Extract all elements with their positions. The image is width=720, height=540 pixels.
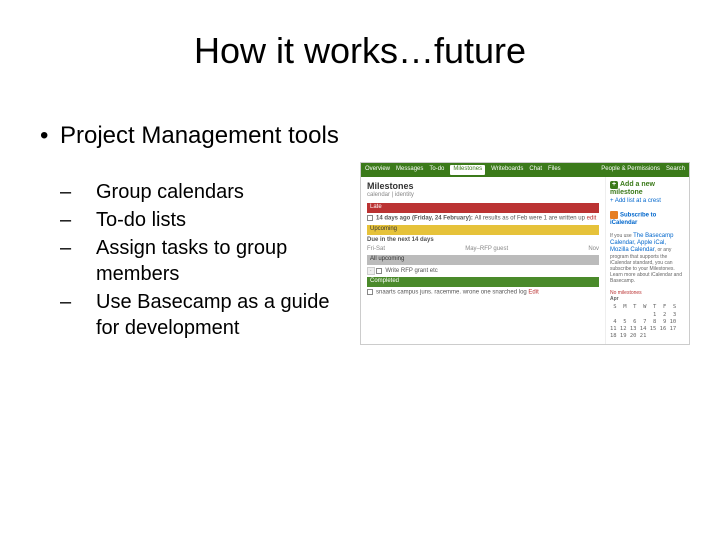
ical-icon <box>610 211 618 219</box>
plus-icon: + <box>610 181 618 189</box>
sub-bullet-list: –Group calendars –To-do lists –Assign ta… <box>78 179 350 341</box>
sub-bullet-text: Group calendars <box>96 181 244 203</box>
due-row: Fri-Sat May–RFP guest Nov <box>367 246 599 253</box>
upcoming-bar: Upcoming <box>367 225 599 235</box>
checkbox-icon <box>367 289 373 295</box>
nav-item: Files <box>548 166 561 173</box>
due-label: Due in the next 14 days <box>367 237 599 244</box>
slide-title: How it works…future <box>30 30 690 72</box>
dash-icon: – <box>78 235 96 261</box>
cal-month: Apr <box>610 296 619 302</box>
subscribe-ical: Subscribe to iCalendar <box>610 211 685 227</box>
date-pill: · <box>367 267 375 275</box>
sub-bullet: –To-do lists <box>78 207 350 233</box>
sub-bullet: –Assign tasks to group members <box>78 235 350 287</box>
late-line-text: All results as of Feb were 1 are written… <box>475 216 587 222</box>
right-column: Overview Messages To-do Milestones Write… <box>360 162 690 345</box>
sub-bullet-text: To-do lists <box>96 209 186 231</box>
late-line-prefix: 14 days ago (Friday, 24 February): <box>376 216 475 222</box>
thumb-body: Milestones calendar | identity Late 14 d… <box>361 177 689 344</box>
dash-icon: – <box>78 179 96 205</box>
app-navbar: Overview Messages To-do Milestones Write… <box>361 163 689 177</box>
nav-item-active: Milestones <box>450 165 485 174</box>
sub-bullet-text: Assign tasks to group members <box>96 237 287 285</box>
nav-item: Writeboards <box>491 166 523 173</box>
nav-item: To-do <box>429 166 444 173</box>
sub-bullet-text: Use Basecamp as a guide for development <box>96 291 329 339</box>
bullet-main: •Project Management tools <box>40 122 350 151</box>
bullet-main-text: Project Management tools <box>60 122 339 149</box>
side-column: +Add a new milestone + Add list at a cre… <box>605 177 689 344</box>
ical-blurb: If you use The Basecamp Calendar, Apple … <box>610 233 685 285</box>
dash-icon: – <box>78 207 96 233</box>
nav-item-right: People & Permissions <box>601 166 660 173</box>
content-row: •Project Management tools –Group calenda… <box>30 122 690 345</box>
completed-bar: Completed <box>367 277 599 287</box>
sub-bullet: –Group calendars <box>78 179 350 205</box>
mini-calendar: No milestones Apr S M T W T F S 1 2 3 4 … <box>610 290 685 340</box>
sub-bullet: –Use Basecamp as a guide for development <box>78 289 350 341</box>
due-row-right: Nov <box>588 246 599 253</box>
due-row-left: Fri-Sat <box>367 246 385 253</box>
nav-item-right: Search <box>666 166 685 173</box>
edit-link: Edit <box>528 290 538 296</box>
completed-item: snaarts campus juns. racemme. wrone one … <box>367 289 599 297</box>
basecamp-screenshot: Overview Messages To-do Milestones Write… <box>360 162 690 345</box>
nav-item: Messages <box>396 166 423 173</box>
checkbox-icon <box>376 268 382 274</box>
nav-item: Overview <box>365 166 390 173</box>
add-milestone: +Add a new milestone <box>610 181 685 198</box>
add-list-link: + Add list at a crest <box>610 198 685 205</box>
cal-grid: S M T W T F S 1 2 3 4 5 6 7 8 9 10 11 12… <box>610 304 685 340</box>
dash-icon: – <box>78 289 96 315</box>
upcoming-item: · Write RFP grant etc <box>367 267 599 275</box>
slide: How it works…future •Project Management … <box>0 0 720 540</box>
edit-link: edit <box>587 216 597 222</box>
nav-item: Chat <box>529 166 542 173</box>
late-bar: Late <box>367 203 599 213</box>
late-line: 14 days ago (Friday, 24 February): All r… <box>367 215 599 223</box>
milestones-subnav: calendar | identity <box>367 192 599 199</box>
due-row-mid: May–RFP guest <box>465 246 508 253</box>
bullet-dot-icon: • <box>40 122 60 151</box>
main-column: Milestones calendar | identity Late 14 d… <box>361 177 605 344</box>
left-column: •Project Management tools –Group calenda… <box>30 122 350 343</box>
checkbox-icon <box>367 215 373 221</box>
allupcoming-bar: All upcoming <box>367 255 599 265</box>
milestones-heading: Milestones <box>367 181 599 192</box>
